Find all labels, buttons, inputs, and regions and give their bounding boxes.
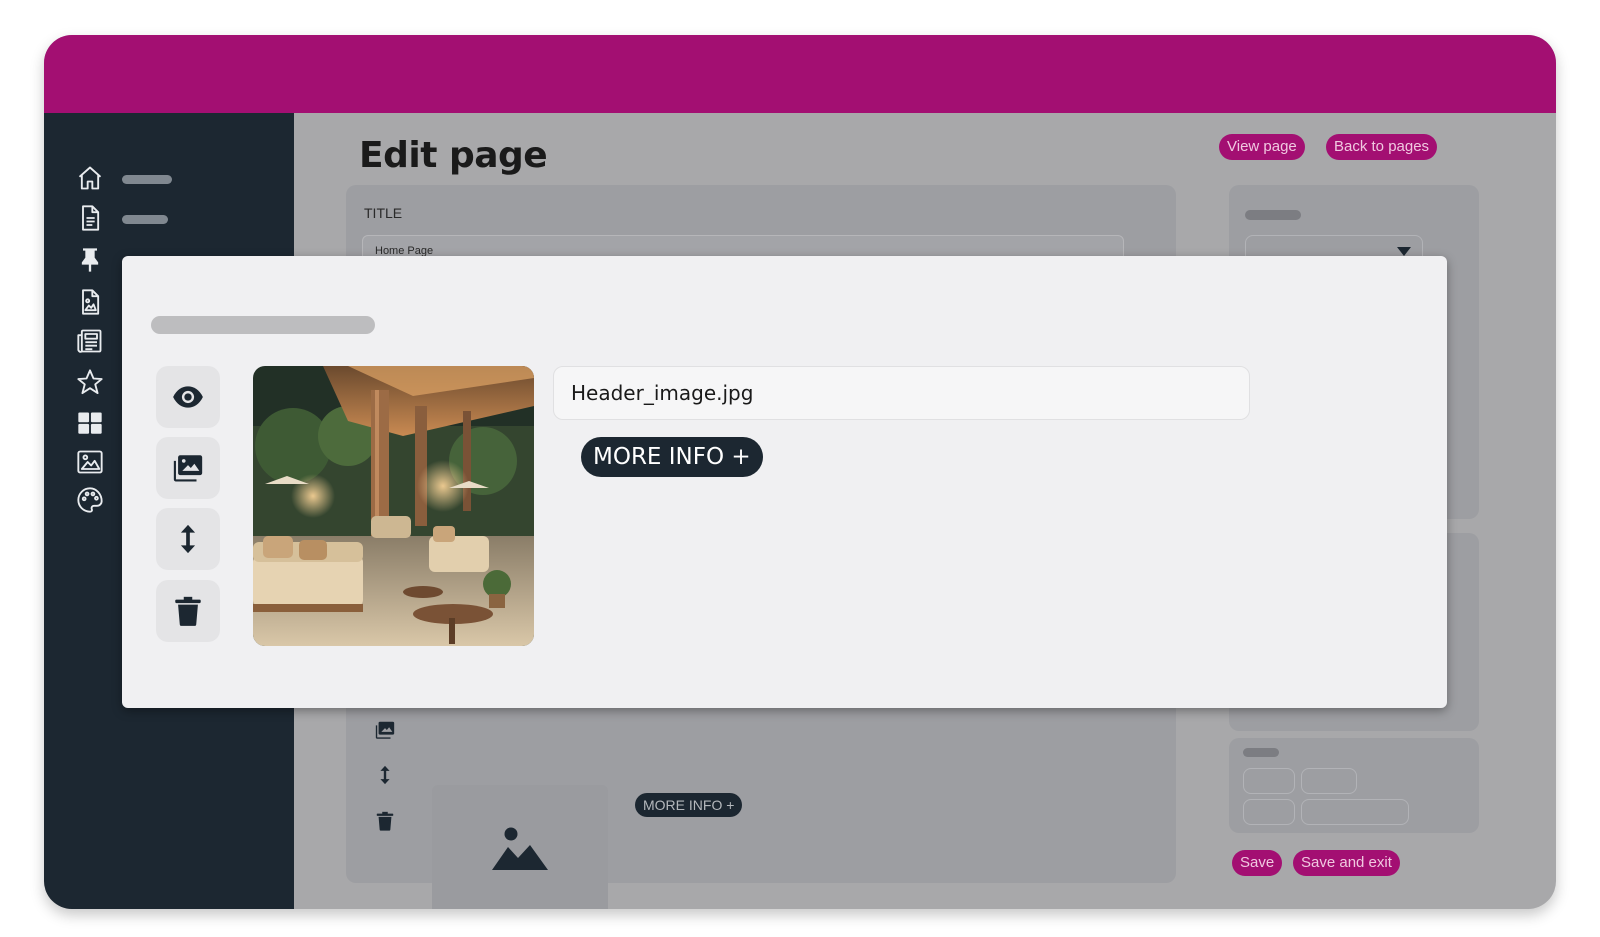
more-info-button-background[interactable]: MORE INFO +	[635, 793, 743, 817]
modal-heading-placeholder	[151, 316, 375, 334]
view-page-button[interactable]: View page	[1219, 134, 1305, 160]
save-and-exit-button[interactable]: Save and exit	[1293, 850, 1400, 876]
sidebar-label-placeholder	[122, 175, 172, 184]
mountain-icon	[492, 827, 548, 870]
chip-placeholder[interactable]	[1243, 768, 1295, 794]
star-icon[interactable]	[76, 368, 104, 396]
image-placeholder	[432, 785, 608, 909]
chip-placeholder[interactable]	[1301, 768, 1357, 794]
back-to-pages-button[interactable]: Back to pages	[1326, 134, 1438, 160]
trash-icon	[175, 596, 201, 626]
grid-icon[interactable]	[76, 409, 104, 437]
reorder-button[interactable]	[156, 508, 220, 570]
filename-input[interactable]	[553, 366, 1250, 420]
label-placeholder	[1245, 210, 1301, 220]
pin-icon[interactable]	[76, 246, 104, 274]
save-button[interactable]: Save	[1232, 850, 1283, 876]
eye-icon	[173, 386, 203, 408]
title-label: TITLE	[364, 205, 403, 221]
chevron-down-icon	[1397, 247, 1411, 256]
images-icon[interactable]	[371, 716, 399, 744]
move-vertical-icon[interactable]	[371, 761, 399, 789]
page-title: Edit page	[359, 135, 548, 176]
more-info-button[interactable]: MORE INFO +	[581, 437, 763, 477]
images-icon	[173, 455, 203, 482]
sidebar-label-placeholder	[122, 215, 168, 224]
chip-placeholder[interactable]	[1243, 799, 1295, 825]
top-bar	[44, 35, 1556, 113]
gallery-icon[interactable]	[76, 448, 104, 476]
palette-icon[interactable]	[76, 486, 104, 514]
header-image-preview	[253, 366, 534, 646]
chip-placeholder[interactable]	[1301, 799, 1409, 825]
image-modal: MORE INFO +	[122, 256, 1447, 708]
tags-card	[1229, 738, 1479, 833]
document-icon[interactable]	[76, 204, 104, 232]
preview-button[interactable]	[156, 366, 220, 428]
delete-button[interactable]	[156, 580, 220, 642]
home-icon[interactable]	[76, 164, 104, 192]
move-vertical-icon	[180, 524, 196, 554]
change-image-button[interactable]	[156, 437, 220, 499]
label-placeholder	[1243, 748, 1279, 757]
trash-icon[interactable]	[371, 807, 399, 835]
image-file-icon[interactable]	[76, 288, 104, 316]
newspaper-icon[interactable]	[76, 327, 104, 355]
patio-lounge-image	[253, 366, 534, 646]
